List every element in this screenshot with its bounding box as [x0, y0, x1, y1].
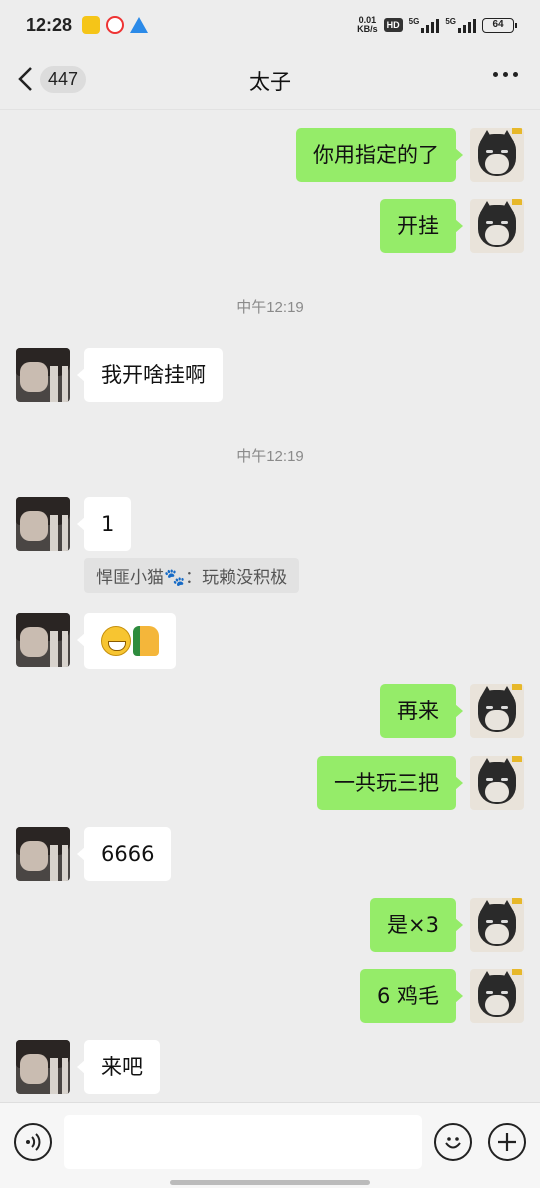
chat-header: 447 太子 [0, 50, 540, 110]
message-bubble[interactable]: 来吧 [77, 1040, 160, 1094]
avatar[interactable] [470, 199, 524, 253]
message-bubble[interactable]: 1 [76, 497, 132, 551]
signal-1: 5G [409, 17, 440, 33]
emoji-button[interactable] [434, 1123, 472, 1161]
message-bubble[interactable]: 是×3 [370, 898, 463, 952]
avatar[interactable] [470, 756, 524, 810]
network-speed: 0.01 KB/s [357, 15, 378, 34]
message-bubble[interactable]: 你用指定的了 [296, 128, 463, 182]
home-indicator[interactable] [170, 1180, 370, 1185]
input-bar [0, 1102, 540, 1188]
more-options-button[interactable] [493, 72, 518, 77]
status-right: 0.01 KB/s HD 5G 5G 64 [357, 15, 517, 34]
plus-button[interactable] [488, 1123, 526, 1161]
message-row: 我开啥挂啊 [16, 348, 223, 402]
message-row: 来吧 [16, 1040, 160, 1094]
thumbs-up-icon [133, 626, 159, 656]
message-row: 是×3 [370, 898, 524, 952]
emoji-icon [445, 1137, 461, 1149]
avatar[interactable] [16, 497, 70, 551]
battery-icon: 64 [482, 17, 517, 33]
avatar[interactable] [16, 613, 70, 667]
avatar[interactable] [16, 1040, 70, 1094]
plus-icon [498, 1133, 516, 1151]
timestamp: 中午12:19 [236, 448, 304, 465]
unread-count-badge: 447 [40, 65, 87, 93]
timestamp: 中午12:19 [236, 299, 304, 316]
hd-badge: HD [383, 18, 403, 32]
message-bubble[interactable]: 6 鸡毛 [359, 969, 464, 1023]
quoted-reply[interactable]: 悍匪小猫🐾：玩赖没积极 [84, 558, 300, 593]
chevron-left-icon [18, 67, 32, 91]
message-input[interactable] [64, 1115, 422, 1169]
message-row: 6666 [16, 827, 172, 881]
meituan-icon [82, 16, 101, 34]
message-bubble[interactable]: 我开啥挂啊 [77, 348, 223, 402]
avatar[interactable] [16, 827, 70, 881]
message-bubble-emoji[interactable] [77, 613, 176, 669]
avatar[interactable] [16, 348, 70, 402]
app-icon [106, 16, 125, 34]
avatar[interactable] [470, 969, 524, 1023]
status-time: 12:28 [26, 14, 73, 35]
message-row: 6 鸡毛 [359, 969, 524, 1023]
voice-icon [26, 1133, 41, 1151]
message-row: 1 [16, 497, 132, 551]
message-bubble[interactable]: 一共玩三把 [317, 756, 463, 810]
paper-plane-icon [130, 17, 149, 33]
message-row: 一共玩三把 [317, 756, 524, 810]
message-bubble[interactable]: 6666 [76, 827, 172, 881]
more-dots-icon [493, 72, 498, 77]
message-row: 再来 [380, 684, 524, 738]
avatar[interactable] [470, 684, 524, 738]
back-button[interactable]: 447 [14, 64, 87, 94]
signal-bars-icon [421, 17, 440, 33]
avatar[interactable] [470, 128, 524, 182]
status-bar: 12:28 0.01 KB/s HD 5G 5G 64 [0, 0, 540, 50]
signal-bars-icon [458, 17, 476, 33]
message-bubble[interactable]: 再来 [380, 684, 463, 738]
avatar[interactable] [470, 898, 524, 952]
message-row: 你用指定的了 [296, 128, 524, 182]
message-row [16, 613, 176, 669]
message-bubble[interactable]: 开挂 [380, 199, 463, 253]
grinning-face-icon [101, 626, 131, 656]
signal-2: 5G [445, 17, 476, 33]
message-row: 开挂 [380, 199, 524, 253]
message-list[interactable]: 你用指定的了 开挂 中午12:19 我开啥挂啊 中午12:19 1 悍匪小猫🐾：… [0, 110, 540, 1102]
voice-button[interactable] [14, 1123, 52, 1161]
